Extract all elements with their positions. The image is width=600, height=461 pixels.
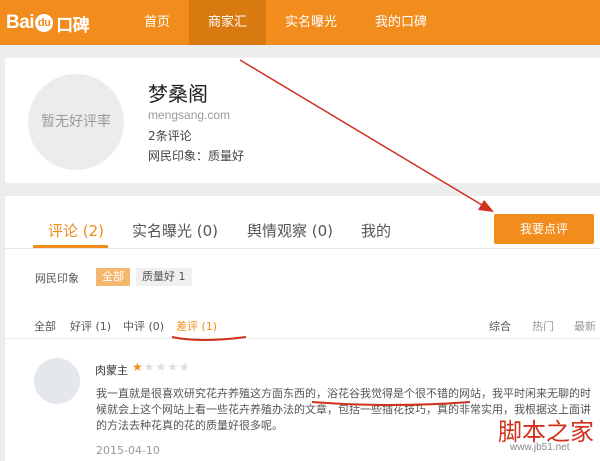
- rating-stars: ★★★★★: [132, 360, 191, 374]
- tab-mine[interactable]: 我的: [361, 220, 391, 241]
- top-nav-bar: Bai du 口碑 首页 商家汇 实名曝光 我的口碑: [0, 0, 600, 45]
- impression-label: 网民印象: [35, 272, 79, 285]
- filter-positive[interactable]: 好评 (1): [70, 318, 111, 334]
- nav-home[interactable]: 首页: [125, 0, 189, 45]
- sort-overall[interactable]: 综合: [489, 318, 511, 334]
- star-empty-icon: ★★★★: [143, 360, 191, 374]
- merchant-avatar-placeholder: 暂无好评率: [28, 74, 124, 170]
- review-date: 2015-04-10: [96, 444, 160, 457]
- logo-bai: Bai: [6, 12, 35, 33]
- filter-negative[interactable]: 差评 (1): [176, 318, 217, 334]
- tabs-divider: [5, 248, 600, 249]
- merchant-site[interactable]: mengsang.com: [148, 108, 230, 122]
- nav-exposure[interactable]: 实名曝光: [266, 0, 356, 45]
- write-review-button[interactable]: 我要点评: [494, 214, 594, 244]
- tab-exposure[interactable]: 实名曝光 (0): [132, 220, 218, 241]
- logo-koubei: 口碑: [56, 15, 90, 35]
- filter-neutral[interactable]: 中评 (0): [123, 318, 164, 334]
- reviewer-name[interactable]: 肉蒙主: [95, 362, 128, 378]
- nav-my-koubei[interactable]: 我的口碑: [356, 0, 446, 45]
- merchant-name: 梦桑阁: [148, 82, 208, 106]
- impression-tag-all[interactable]: 全部: [96, 268, 130, 286]
- sort-popular[interactable]: 热门: [532, 318, 554, 334]
- nav-merchants[interactable]: 商家汇: [189, 0, 267, 45]
- main-nav: 首页 商家汇 实名曝光 我的口碑: [125, 0, 446, 45]
- logo-paw-icon: du: [35, 14, 54, 32]
- filter-all[interactable]: 全部: [34, 318, 56, 334]
- tab-sentiment[interactable]: 舆情观察 (0): [247, 220, 333, 241]
- star-icon: ★: [132, 360, 144, 374]
- merchant-impression: 网民印象：质量好: [148, 149, 245, 163]
- sort-latest[interactable]: 最新: [574, 318, 596, 334]
- impression-tag-quality[interactable]: 质量好 1: [136, 268, 192, 286]
- baidu-koubei-logo[interactable]: Bai du 口碑: [6, 10, 90, 36]
- watermark-url: www.jb51.net: [510, 442, 570, 453]
- active-tab-underline: [33, 245, 108, 248]
- tab-reviews[interactable]: 评论 (2): [48, 220, 104, 241]
- reviewer-avatar[interactable]: [34, 358, 80, 404]
- review-count: 2条评论: [148, 129, 192, 143]
- filter-divider: [5, 338, 600, 339]
